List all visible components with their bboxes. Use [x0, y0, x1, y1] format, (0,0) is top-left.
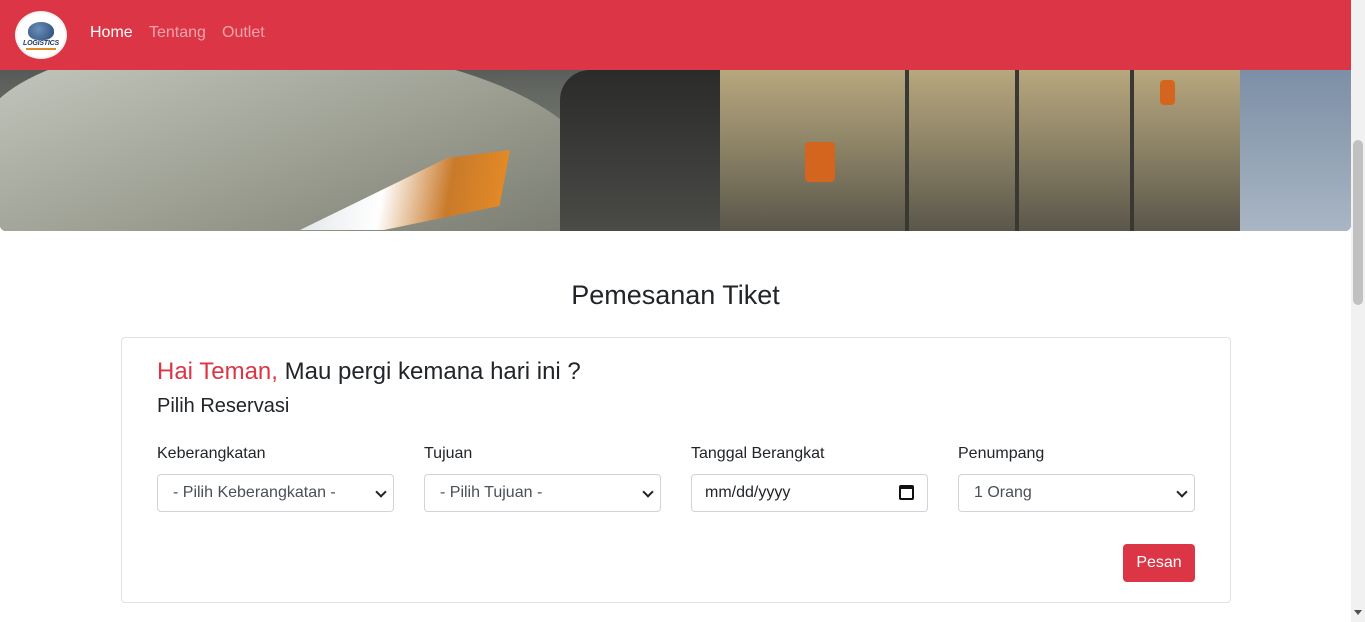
- passengers-select[interactable]: 1 Orang: [958, 474, 1195, 512]
- date-input[interactable]: mm/dd/yyyy: [691, 474, 928, 512]
- hero-bus-panel: [1015, 70, 1019, 231]
- date-input-value: mm/dd/yyyy: [705, 484, 791, 501]
- logo-text: LOGISTICS: [23, 40, 59, 47]
- scrollbar-thumb[interactable]: [1353, 140, 1363, 305]
- nav-link-tentang[interactable]: Tentang: [149, 24, 206, 42]
- greeting-heading: Hai Teman, Mau pergi kemana hari ini ?: [157, 358, 581, 386]
- nav-link-outlet[interactable]: Outlet: [222, 24, 265, 42]
- departure-select[interactable]: - Pilih Keberangkatan -: [157, 474, 394, 512]
- brand-logo[interactable]: LOGISTICS: [15, 11, 67, 59]
- destination-select[interactable]: - Pilih Tujuan -: [424, 474, 661, 512]
- hero-road: [1240, 70, 1351, 231]
- greeting-highlight: Hai Teman,: [157, 358, 278, 385]
- departure-label: Keberangkatan: [157, 445, 266, 462]
- page-scrollbar[interactable]: [1351, 0, 1365, 622]
- page-title: Pemesanan Tiket: [571, 280, 780, 310]
- chevron-down-icon: [375, 486, 387, 498]
- hero-bus-panel: [1130, 70, 1134, 231]
- departure-select-value: - Pilih Keberangkatan -: [173, 484, 336, 501]
- chevron-down-icon: [642, 486, 654, 498]
- calendar-icon[interactable]: [899, 485, 914, 500]
- hero-bus-lamp: [805, 142, 835, 182]
- logo-underline: [26, 48, 56, 50]
- passengers-label: Penumpang: [958, 445, 1045, 462]
- chevron-down-icon: [1176, 486, 1188, 498]
- destination-label: Tujuan: [424, 445, 473, 462]
- hero-bus-lamp: [1160, 80, 1175, 105]
- hero-bus-panel: [905, 70, 909, 231]
- globe-icon: [28, 22, 54, 40]
- scroll-down-arrow-icon[interactable]: [1354, 610, 1362, 615]
- top-navbar: LOGISTICS Home Tentang Outlet: [0, 0, 1351, 70]
- greeting-text: Mau pergi kemana hari ini ?: [277, 358, 581, 385]
- passengers-select-value: 1 Orang: [974, 484, 1032, 501]
- date-label: Tanggal Berangkat: [691, 445, 825, 462]
- submit-order-button[interactable]: Pesan: [1123, 544, 1195, 582]
- hero-bus-door: [560, 70, 720, 231]
- booking-card: Hai Teman, Mau pergi kemana hari ini ? P…: [121, 337, 1231, 603]
- destination-select-value: - Pilih Tujuan -: [440, 484, 543, 501]
- section-subtitle: Pilih Reservasi: [157, 395, 290, 417]
- nav-link-home[interactable]: Home: [90, 24, 133, 42]
